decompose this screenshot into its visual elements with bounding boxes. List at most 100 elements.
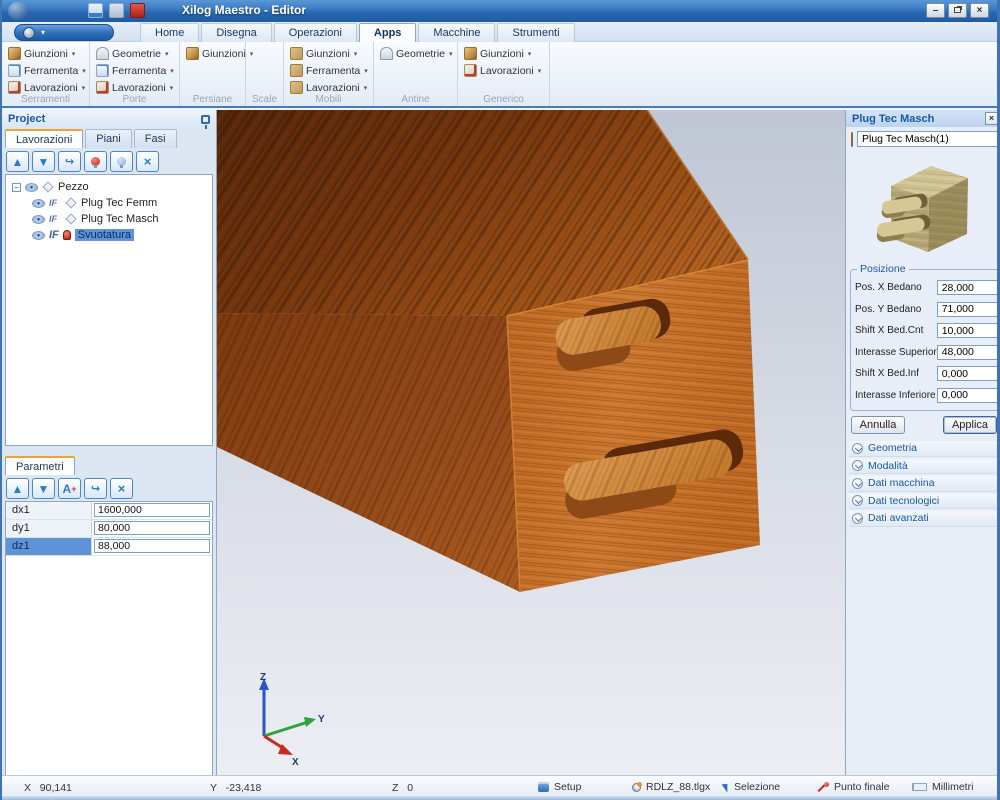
- book-icon[interactable]: [130, 3, 145, 18]
- chevron-down-icon: ▾: [72, 50, 76, 58]
- tab-home[interactable]: Home: [140, 23, 199, 42]
- plug-name-input[interactable]: [857, 131, 998, 147]
- tab-disegna[interactable]: Disegna: [201, 23, 271, 42]
- collapse-icon[interactable]: −: [12, 183, 21, 192]
- window-title: Xilog Maestro - Editor: [182, 3, 306, 17]
- move-down-button[interactable]: ▼: [32, 478, 55, 499]
- pos-x-bedano-input[interactable]: [937, 280, 999, 295]
- param-row-dy1[interactable]: dy1: [6, 520, 212, 538]
- ribbon-group-mobili: Giunzioni▾ Ferramenta▾ Lavorazioni▾ Mobi…: [284, 42, 374, 106]
- export-button[interactable]: ↪: [58, 151, 81, 172]
- ferramenta-button[interactable]: Ferramenta▾: [290, 62, 369, 79]
- chevron-down-icon: ▾: [364, 84, 368, 92]
- coord-z-value: 0: [407, 782, 413, 794]
- giunzioni-button[interactable]: Giunzioni▾: [8, 45, 85, 62]
- action-buttons: Annulla Applica: [846, 411, 1000, 436]
- tab-piani[interactable]: Piani: [85, 129, 131, 148]
- tab-macchine[interactable]: Macchine: [418, 23, 495, 42]
- ferramenta-icon: [96, 64, 109, 77]
- move-down-button[interactable]: ▼: [32, 151, 55, 172]
- chevron-down-icon: ▾: [82, 84, 86, 92]
- section-dati-avanzati[interactable]: Dati avanzati: [849, 511, 1000, 527]
- lavorazioni-icon: [290, 81, 303, 94]
- section-dati-tecnologici[interactable]: Dati tecnologici: [849, 494, 1000, 510]
- lamp-on-button[interactable]: [84, 151, 107, 172]
- tree-label: Pezzo: [58, 181, 89, 193]
- tree-row-svuotatura[interactable]: IF Svuotatura: [6, 227, 212, 243]
- restore-button[interactable]: [948, 3, 967, 18]
- ribbon-group-generico: Giunzioni▾ Lavorazioni▾ Generico: [458, 42, 550, 106]
- status-filename[interactable]: RDLZ_88.tlgx: [632, 781, 710, 793]
- tree-row-plug-tec-femm[interactable]: IF Plug Tec Femm: [6, 195, 212, 211]
- ferramenta-button[interactable]: Ferramenta▾: [96, 62, 175, 79]
- lamp-off-button[interactable]: [110, 151, 133, 172]
- section-geometria[interactable]: Geometria: [849, 441, 1000, 457]
- eye-icon[interactable]: [32, 231, 45, 240]
- project-panel-title: Project: [8, 113, 45, 125]
- if-condition-icon: IF: [49, 198, 57, 208]
- annulla-button[interactable]: Annulla: [851, 416, 905, 434]
- add-parameter-button[interactable]: A+: [58, 478, 81, 499]
- app-orb-icon[interactable]: [8, 2, 28, 20]
- close-icon[interactable]: ×: [985, 112, 998, 125]
- geometrie-button[interactable]: Geometrie▾: [380, 45, 453, 62]
- param-value-input[interactable]: [94, 503, 210, 517]
- pin-icon[interactable]: [201, 115, 210, 124]
- chevron-down-icon: ▾: [170, 84, 174, 92]
- lavorazioni-button[interactable]: Lavorazioni▾: [464, 62, 545, 79]
- param-value-input[interactable]: [94, 539, 210, 553]
- param-value-input[interactable]: [94, 521, 210, 535]
- ferramenta-icon: [8, 64, 21, 77]
- tab-apps[interactable]: Apps: [359, 23, 417, 42]
- tab-fasi[interactable]: Fasi: [134, 129, 177, 148]
- giunzioni-button[interactable]: Giunzioni▾: [290, 45, 369, 62]
- eye-icon[interactable]: [25, 183, 38, 192]
- tab-operazioni[interactable]: Operazioni: [274, 23, 357, 42]
- tree-row-plug-tec-masch[interactable]: IF Plug Tec Masch: [6, 211, 212, 227]
- move-up-button[interactable]: ▲: [6, 151, 29, 172]
- param-row-dz1[interactable]: dz1: [6, 538, 212, 556]
- application-menu-button[interactable]: ▾: [14, 24, 114, 41]
- giunzioni-button[interactable]: Giunzioni▾: [186, 45, 241, 62]
- geometrie-button[interactable]: Geometrie▾: [96, 45, 175, 62]
- ribbon-group-scale: Scale: [246, 42, 284, 106]
- 3d-viewport[interactable]: Z Y X: [217, 110, 845, 775]
- project-panel-header: Project: [2, 110, 216, 128]
- applica-button[interactable]: Applica: [943, 416, 997, 434]
- tab-parametri[interactable]: Parametri: [5, 456, 75, 475]
- move-up-button[interactable]: ▲: [6, 478, 29, 499]
- plug-tec-masch-panel: Plug Tec Masch × ?: [845, 110, 1000, 775]
- project-tabs: Lavorazioni Piani Fasi: [2, 128, 216, 148]
- status-setup[interactable]: Setup: [538, 781, 581, 793]
- status-millimetri[interactable]: Millimetri: [912, 781, 973, 793]
- export-button[interactable]: ↪: [84, 478, 107, 499]
- section-modalita[interactable]: Modalità: [849, 459, 1000, 475]
- eye-icon[interactable]: [32, 215, 45, 224]
- ferramenta-button[interactable]: Ferramenta▾: [8, 62, 85, 79]
- status-selezione[interactable]: Selezione: [724, 781, 780, 793]
- undo-icon[interactable]: [109, 3, 124, 18]
- tab-lavorazioni[interactable]: Lavorazioni: [5, 129, 83, 148]
- tab-strumenti[interactable]: Strumenti: [497, 23, 574, 42]
- eye-icon[interactable]: [32, 199, 45, 208]
- project-sidebar: Project Lavorazioni Piani Fasi ▲ ▼ ↪ × −…: [2, 110, 217, 775]
- delete-button[interactable]: ×: [136, 151, 159, 172]
- close-button[interactable]: ×: [970, 3, 989, 18]
- pos-y-bedano-input[interactable]: [937, 302, 999, 317]
- delete-button[interactable]: ×: [110, 478, 133, 499]
- status-punto-finale[interactable]: Punto finale: [818, 781, 889, 793]
- shift-x-bed-cnt-input[interactable]: [937, 323, 999, 338]
- ruler-icon: [912, 783, 927, 791]
- param-row-dx1[interactable]: dx1: [6, 502, 212, 520]
- group-label: Mobili: [284, 94, 373, 105]
- giunzioni-button[interactable]: Giunzioni▾: [464, 45, 545, 62]
- tree-row-pezzo[interactable]: − Pezzo: [6, 179, 212, 195]
- section-dati-macchina[interactable]: Dati macchina: [849, 476, 1000, 492]
- interasse-superiore-input[interactable]: [937, 345, 999, 360]
- shift-x-bed-inf-input[interactable]: [937, 366, 999, 381]
- minimize-button[interactable]: –: [926, 3, 945, 18]
- save-icon[interactable]: [88, 3, 103, 18]
- geometrie-icon: [96, 47, 109, 60]
- interasse-inferiore-input[interactable]: [937, 388, 999, 403]
- plug-preview: [846, 149, 1000, 261]
